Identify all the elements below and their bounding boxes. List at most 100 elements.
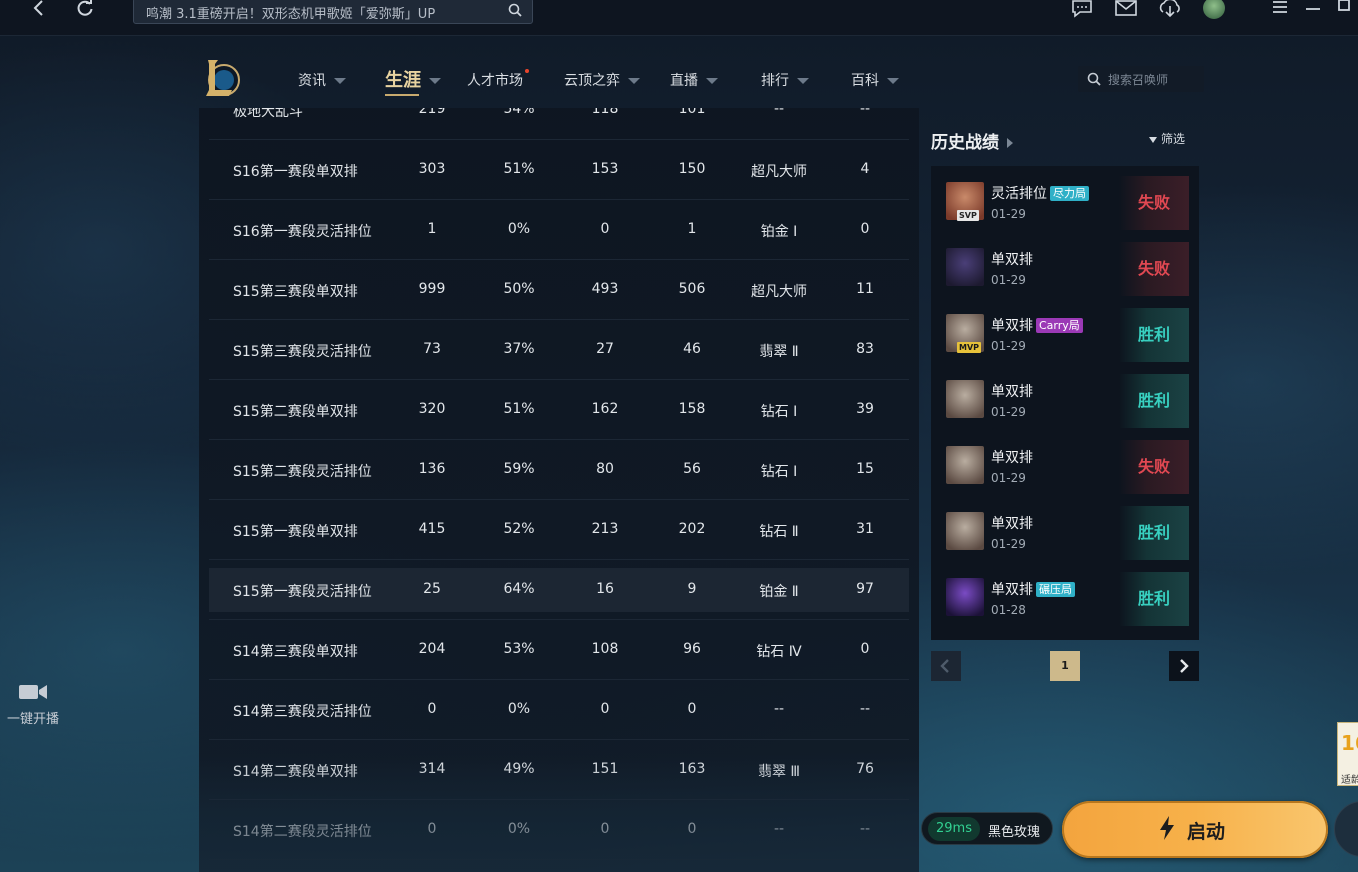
nav-item-tft[interactable]: 云顶之弈 (564, 70, 640, 90)
match-item[interactable]: 单双排 01-29 胜利 (931, 496, 1199, 562)
season-losses: 150 (678, 161, 706, 177)
match-mode-label: 单双排 (991, 384, 1033, 400)
season-wins: 108 (591, 641, 619, 657)
season-points: 97 (856, 581, 874, 597)
season-name: S15第二赛段单双排 (233, 404, 358, 420)
season-losses: 96 (683, 641, 701, 657)
match-mode: 单双排 (991, 513, 1033, 533)
launch-label: 启动 (1187, 821, 1226, 843)
season-winrate: 59% (503, 461, 535, 477)
match-result: 失败 (1119, 242, 1189, 296)
top-search-text: 鸣潮 3.1重磅开启！双形态机甲歌姬「爱弥斯」UP (146, 7, 436, 22)
lol-logo[interactable] (202, 56, 242, 100)
champion-avatar (946, 248, 984, 286)
next-page-button[interactable] (1169, 651, 1199, 681)
table-row[interactable]: S14第二赛段灵活排位 0 0% 0 0 -- -- (209, 800, 909, 860)
back-icon[interactable] (32, 0, 46, 18)
menu-icon[interactable] (1272, 0, 1288, 18)
nav-item-wiki[interactable]: 百科 (851, 70, 899, 90)
server-ping-box[interactable]: 29ms 黑色玫瑰 (921, 812, 1053, 845)
season-points: 39 (856, 401, 874, 417)
refresh-icon[interactable] (76, 0, 94, 18)
season-games: 0 (427, 821, 437, 837)
season-name: S14第三赛段灵活排位 (233, 704, 372, 720)
nav-item-live[interactable]: 直播 (670, 70, 718, 90)
season-tier: -- (773, 701, 785, 717)
champion-avatar (946, 380, 984, 418)
match-mode-label: 单双排 (991, 516, 1033, 532)
page-number-button[interactable]: 1 (1050, 651, 1080, 681)
match-item[interactable]: 单双排 01-29 胜利 (931, 364, 1199, 430)
filter-button[interactable]: 筛选 (1149, 130, 1185, 147)
season-losses: 46 (683, 341, 701, 357)
match-result: 失败 (1119, 176, 1189, 230)
season-losses: 163 (678, 761, 706, 777)
season-games: 219 (418, 108, 446, 117)
table-row[interactable]: S15第二赛段灵活排位 136 59% 80 56 钻石 Ⅰ 15 (209, 440, 909, 500)
nav-item-news[interactable]: 资讯 (298, 70, 346, 90)
table-row[interactable]: S15第一赛段灵活排位 25 64% 16 9 铂金 Ⅱ 97 (209, 560, 909, 620)
match-item[interactable]: SVP 灵活排位 尽力局 01-29 失败 (931, 166, 1199, 232)
season-points: 11 (856, 281, 874, 297)
nav-item-ranking[interactable]: 排行 (761, 70, 809, 90)
champion-avatar (946, 512, 984, 550)
season-losses: 56 (683, 461, 701, 477)
filter-icon (1149, 136, 1157, 143)
season-tier: 铂金 Ⅰ (760, 224, 798, 240)
side-round-button[interactable] (1334, 801, 1358, 857)
match-date: 01-28 (991, 603, 1026, 617)
table-row[interactable]: S14第三赛段单双排 204 53% 108 96 钻石 Ⅳ 0 (209, 620, 909, 680)
season-games: 136 (418, 461, 446, 477)
chat-icon[interactable] (1071, 0, 1093, 18)
mvp-badge: MVP (957, 342, 982, 353)
season-tier: 超凡大师 (751, 164, 807, 180)
table-row[interactable]: S15第二赛段单双排 320 51% 162 158 钻石 Ⅰ 39 (209, 380, 909, 440)
chevron-down-icon (429, 78, 441, 84)
table-row[interactable]: S15第三赛段单双排 999 50% 493 506 超凡大师 11 (209, 260, 909, 320)
season-winrate: 64% (503, 581, 535, 597)
season-name: S15第一赛段单双排 (233, 524, 358, 540)
minimize-icon[interactable] (1305, 0, 1321, 18)
nav-item-career[interactable]: 生涯 (385, 66, 441, 96)
table-row[interactable]: S14第二赛段单双排 314 49% 151 163 翡翠 Ⅲ 76 (209, 740, 909, 800)
summoner-search-input[interactable]: 搜索召唤师 (1078, 66, 1204, 92)
table-row[interactable]: S15第三赛段灵活排位 73 37% 27 46 翡翠 Ⅱ 83 (209, 320, 909, 380)
season-winrate: 49% (503, 761, 535, 777)
table-row[interactable]: S14第三赛段灵活排位 0 0% 0 0 -- -- (209, 680, 909, 740)
season-wins: 151 (591, 761, 619, 777)
match-item[interactable]: 单双排 01-29 失败 (931, 430, 1199, 496)
match-date: 01-29 (991, 405, 1026, 419)
maximize-icon[interactable] (1337, 0, 1351, 16)
match-mode: 单双排 碾压局 (991, 579, 1075, 599)
match-result: 胜利 (1119, 572, 1189, 626)
match-item[interactable]: 单双排 01-29 失败 (931, 232, 1199, 298)
season-name: S14第二赛段灵活排位 (233, 824, 372, 840)
table-row[interactable]: S15第一赛段单双排 415 52% 213 202 钻石 Ⅱ 31 (209, 500, 909, 560)
season-name: S14第二赛段单双排 (233, 764, 358, 780)
prev-page-button[interactable] (931, 651, 961, 681)
user-avatar[interactable] (1203, 0, 1225, 19)
table-row[interactable]: 极地大乱斗 219 54% 118 101 -- -- (209, 108, 909, 140)
season-tier: 钻石 Ⅳ (756, 644, 802, 660)
match-mode-label: 单双排 (991, 450, 1033, 466)
season-tier: -- (773, 108, 785, 117)
search-icon[interactable] (508, 3, 522, 17)
season-tier: -- (773, 821, 785, 837)
mail-icon[interactable] (1115, 0, 1137, 18)
table-row[interactable]: S16第一赛段单双排 303 51% 153 150 超凡大师 4 (209, 140, 909, 200)
one-click-live-button[interactable]: 一键开播 (4, 682, 62, 727)
season-points: 83 (856, 341, 874, 357)
nav-item-talent-market[interactable]: 人才市场 (467, 69, 529, 90)
match-history-title[interactable]: 历史战绩 (931, 128, 1013, 153)
download-icon[interactable] (1158, 0, 1182, 18)
chevron-down-icon (628, 78, 640, 84)
season-losses: 0 (687, 701, 697, 717)
table-row[interactable]: S16第一赛段灵活排位 1 0% 0 1 铂金 Ⅰ 0 (209, 200, 909, 260)
season-name: S15第三赛段单双排 (233, 284, 358, 300)
launch-button[interactable]: 启动 (1062, 801, 1328, 858)
match-item[interactable]: 单双排 碾压局 01-28 胜利 (931, 562, 1199, 628)
top-search-input[interactable]: 鸣潮 3.1重磅开启！双形态机甲歌姬「爱弥斯」UP (133, 0, 533, 24)
match-item[interactable]: MVP 单双排 Carry局 01-29 胜利 (931, 298, 1199, 364)
season-wins: 162 (591, 401, 619, 417)
age-rating-badge: 16 适龄 (1337, 722, 1358, 786)
